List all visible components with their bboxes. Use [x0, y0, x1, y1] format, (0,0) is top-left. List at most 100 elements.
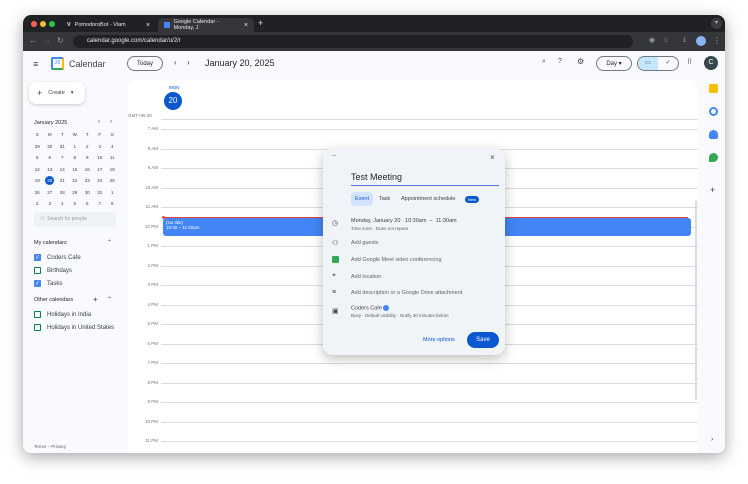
mini-calendar-day[interactable]: 1: [106, 187, 119, 199]
settings-gear-icon[interactable]: ⚙: [577, 57, 584, 66]
tab-appointment-schedule[interactable]: Appointment schedule: [401, 196, 455, 202]
calendar-item[interactable]: Holidays in India: [34, 308, 114, 321]
add-guests-field[interactable]: Add guests: [351, 240, 379, 246]
profile-icon[interactable]: [696, 36, 706, 46]
create-button[interactable]: + Create ▾: [29, 82, 85, 104]
my-calendars-heading[interactable]: My calendars: [34, 240, 67, 246]
tab-search-button[interactable]: ▾: [711, 18, 722, 29]
mini-calendar-day[interactable]: 30: [81, 187, 94, 199]
mini-calendar-day[interactable]: 5: [31, 152, 44, 164]
previous-day-button[interactable]: ‹: [174, 58, 177, 67]
close-icon[interactable]: ×: [490, 153, 495, 162]
mini-calendar-day[interactable]: 18: [106, 164, 119, 176]
maximize-window-button[interactable]: [49, 21, 55, 27]
mini-calendar-day[interactable]: 27: [44, 187, 57, 199]
mini-calendar-day[interactable]: 4: [56, 198, 69, 210]
close-window-button[interactable]: [31, 21, 37, 27]
download-icon[interactable]: ⤓: [683, 36, 686, 44]
menu-icon[interactable]: ⋮: [713, 36, 721, 45]
event-datetime[interactable]: Monday, January 20 10:30am – 11:30am: [351, 218, 457, 224]
expand-side-panel-icon[interactable]: ›: [711, 436, 713, 443]
add-addon-icon[interactable]: +: [710, 185, 715, 195]
collapse-my-calendars-icon[interactable]: ⌃: [107, 239, 112, 246]
calendar-checkbox[interactable]: [34, 311, 41, 318]
add-other-calendar-icon[interactable]: +: [93, 295, 98, 304]
close-tab-icon[interactable]: ×: [146, 22, 150, 29]
mini-calendar-day[interactable]: 15: [69, 164, 82, 176]
mini-calendar-day[interactable]: 8: [106, 198, 119, 210]
add-description-field[interactable]: Add description or a Google Drive attach…: [351, 290, 462, 296]
help-icon[interactable]: ?: [558, 58, 562, 65]
main-menu-icon[interactable]: ≡: [33, 59, 38, 69]
more-options-button[interactable]: More options: [423, 337, 455, 343]
mini-calendar-day[interactable]: 23: [81, 175, 94, 187]
mini-calendar-day[interactable]: 13: [44, 164, 57, 176]
add-meet-button[interactable]: Add Google Meet video conferencing: [351, 257, 442, 263]
date-field[interactable]: Monday, January 20: [351, 218, 400, 224]
mini-next-month-button[interactable]: ›: [110, 119, 112, 125]
search-icon[interactable]: ⌕: [542, 58, 546, 66]
mini-calendar-day[interactable]: 16: [81, 164, 94, 176]
terms-privacy-link[interactable]: Terms – Privacy: [34, 444, 66, 449]
keep-icon[interactable]: [709, 84, 718, 93]
mini-calendar-day[interactable]: 31: [94, 187, 107, 199]
avatar[interactable]: C: [704, 56, 718, 70]
mini-calendar-day[interactable]: 29: [69, 187, 82, 199]
maps-icon[interactable]: [709, 153, 718, 162]
minimize-window-button[interactable]: [40, 21, 46, 27]
tab-google-calendar[interactable]: Google Calendar - Monday, J ×: [158, 18, 254, 32]
today-button[interactable]: Today: [127, 56, 163, 71]
mini-calendar-day[interactable]: 4: [106, 141, 119, 153]
forward-icon[interactable]: →: [43, 36, 51, 45]
calendar-item[interactable]: ✓ Coders Cafe: [34, 251, 81, 264]
end-time-field[interactable]: 11:30am: [436, 218, 457, 224]
mini-calendar-day[interactable]: 11: [106, 152, 119, 164]
drag-handle-icon[interactable]: –: [332, 152, 336, 159]
mini-calendar-day[interactable]: 10: [94, 152, 107, 164]
tasks-icon[interactable]: [709, 107, 718, 116]
mini-calendar-day[interactable]: 7: [56, 152, 69, 164]
back-icon[interactable]: ←: [29, 36, 37, 45]
mini-calendar-day[interactable]: 30: [44, 141, 57, 153]
mini-calendar-day[interactable]: 3: [94, 141, 107, 153]
mini-calendar-day[interactable]: 2: [31, 198, 44, 210]
mini-calendar-day[interactable]: 3: [44, 198, 57, 210]
save-button[interactable]: Save: [467, 332, 499, 348]
start-time-field[interactable]: 10:30am: [405, 218, 426, 224]
calendar-checkbox[interactable]: [34, 324, 41, 331]
new-tab-button[interactable]: +: [258, 18, 263, 28]
event-title-input[interactable]: Test Meeting: [351, 172, 499, 186]
tab-event[interactable]: Event: [351, 192, 373, 206]
mini-calendar-day[interactable]: 22: [69, 175, 82, 187]
add-location-field[interactable]: Add location: [351, 274, 381, 280]
reload-icon[interactable]: ↻: [57, 36, 64, 45]
mini-calendar-day[interactable]: 6: [81, 198, 94, 210]
calendar-item[interactable]: Holidays in United States: [34, 321, 114, 334]
mini-prev-month-button[interactable]: ‹: [98, 119, 100, 125]
calendar-item[interactable]: Birthdays: [34, 264, 81, 277]
apps-grid-icon[interactable]: ⠿: [687, 58, 692, 66]
calendar-selector[interactable]: Coders Cafe: [351, 305, 390, 311]
calendar-view-icon[interactable]: ▭: [638, 57, 658, 70]
view-selector-dropdown[interactable]: Day ▾: [596, 56, 632, 71]
collapse-other-calendars-icon[interactable]: ⌃: [107, 296, 112, 303]
close-tab-icon[interactable]: ×: [244, 22, 248, 29]
mini-calendar-day[interactable]: 12: [31, 164, 44, 176]
scrollbar[interactable]: [695, 200, 697, 400]
calendar-checkbox[interactable]: ✓: [34, 254, 41, 261]
search-people-input[interactable]: ⚇ Search for people: [34, 212, 116, 227]
tasks-view-icon[interactable]: ✓: [658, 57, 678, 70]
mini-calendar-day[interactable]: 21: [56, 175, 69, 187]
day-date-button[interactable]: 20: [164, 92, 182, 110]
calendar-checkbox[interactable]: ✓: [34, 280, 41, 287]
other-calendars-heading[interactable]: Other calendars: [34, 297, 73, 303]
bookmark-star-icon[interactable]: ☆: [663, 36, 669, 44]
mini-calendar-day[interactable]: 24: [94, 175, 107, 187]
mini-calendar-day[interactable]: 5: [69, 198, 82, 210]
mini-calendar-day[interactable]: 8: [69, 152, 82, 164]
next-day-button[interactable]: ›: [187, 58, 190, 67]
mini-calendar-day[interactable]: 31: [56, 141, 69, 153]
mini-calendar-day[interactable]: 17: [94, 164, 107, 176]
eye-icon[interactable]: ◉: [649, 36, 655, 44]
tab-pomodorobot[interactable]: V PomodoroBot - Viam ×: [61, 18, 156, 32]
